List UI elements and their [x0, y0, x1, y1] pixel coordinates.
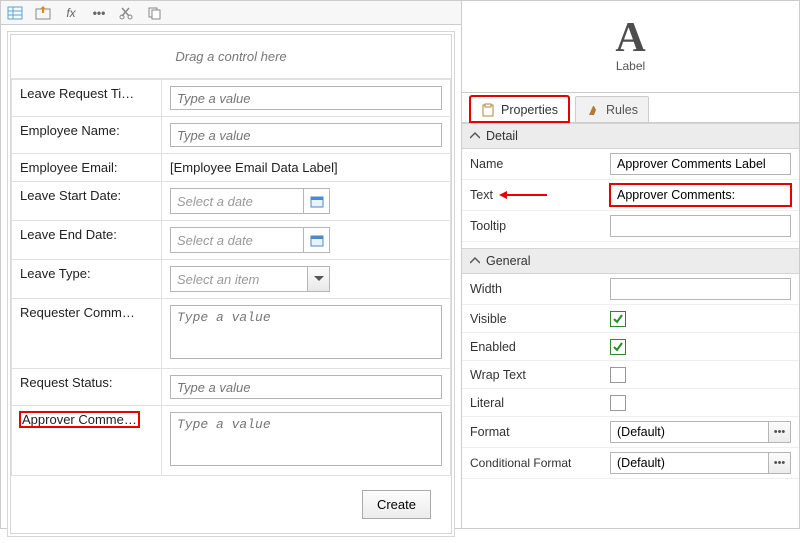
prop-width-label: Width — [462, 274, 602, 305]
prop-format-label: Format — [462, 417, 602, 448]
datepicker-end[interactable]: Select a date — [170, 227, 330, 253]
drop-hint[interactable]: Drag a control here — [11, 35, 451, 79]
label-empname[interactable]: Employee Name: — [12, 117, 162, 154]
tool-cut-icon[interactable] — [117, 4, 137, 22]
prop-visible-label: Visible — [462, 305, 602, 333]
control-type-name: Label — [616, 59, 645, 73]
label-title[interactable]: Leave Request Ti… — [12, 80, 162, 117]
input-reqcomm[interactable] — [170, 305, 442, 359]
section-detail[interactable]: Detail — [462, 123, 799, 149]
label-reqcomm[interactable]: Requester Comm… — [12, 299, 162, 369]
row-empname: Employee Name: — [12, 117, 451, 154]
row-type: Leave Type: Select an item — [12, 260, 451, 299]
prop-width-input[interactable] — [610, 278, 791, 300]
label-empemail[interactable]: Employee Email: — [12, 154, 162, 182]
checkbox-enabled[interactable] — [610, 339, 626, 355]
red-arrow-icon — [499, 190, 549, 200]
calendar-icon[interactable] — [303, 189, 329, 213]
form-canvas-wrap: Drag a control here Leave Request Ti… Em… — [1, 25, 461, 543]
input-empname[interactable] — [170, 123, 442, 147]
tab-properties-label: Properties — [501, 103, 558, 117]
label-startdate[interactable]: Leave Start Date: — [12, 182, 162, 221]
detail-grid: Name Text Tooltip — [462, 149, 799, 242]
tab-rules-label: Rules — [606, 103, 638, 117]
tool-copy-icon[interactable] — [145, 4, 165, 22]
control-type-header: A Label — [462, 1, 799, 93]
prop-name-input[interactable] — [610, 153, 791, 175]
prop-condformat-input[interactable] — [610, 452, 791, 474]
row-reqcomm: Requester Comm… — [12, 299, 451, 369]
prop-tooltip-label: Tooltip — [462, 211, 602, 242]
tab-properties[interactable]: Properties — [470, 96, 569, 122]
app-root: fx ••• Drag a control here Leave Request… — [0, 0, 800, 529]
create-row: Create — [11, 476, 451, 533]
datepicker-end-text: Select a date — [171, 233, 303, 248]
section-general[interactable]: General — [462, 248, 799, 274]
row-startdate: Leave Start Date: Select a date — [12, 182, 451, 221]
toolbar: fx ••• — [1, 1, 461, 25]
tool-more-icon[interactable]: ••• — [89, 4, 109, 22]
create-button[interactable]: Create — [362, 490, 431, 519]
ellipsis-button[interactable]: ••• — [768, 453, 790, 473]
combo-type-text: Select an item — [171, 272, 307, 287]
prop-format-input[interactable] — [610, 421, 791, 443]
ellipsis-button[interactable]: ••• — [768, 422, 790, 442]
row-apprcomm: Approver Comme… — [12, 406, 451, 476]
row-status: Request Status: — [12, 369, 451, 406]
properties-tab-icon — [481, 103, 495, 117]
properties-tabs: Properties Rules — [462, 93, 799, 123]
label-status[interactable]: Request Status: — [12, 369, 162, 406]
input-status[interactable] — [170, 375, 442, 399]
prop-wrap-label: Wrap Text — [462, 361, 602, 389]
calendar-icon[interactable] — [303, 228, 329, 252]
form-table: Leave Request Ti… Employee Name: Employe… — [11, 79, 451, 476]
general-grid: Width Visible Enabled Wrap Text Literal … — [462, 274, 799, 479]
input-title[interactable] — [170, 86, 442, 110]
prop-condformat-label: Conditional Format — [462, 448, 602, 479]
tool-grid-icon[interactable] — [5, 4, 25, 22]
left-pane: fx ••• Drag a control here Leave Request… — [1, 1, 462, 528]
input-apprcomm[interactable] — [170, 412, 442, 466]
chevron-down-icon[interactable] — [307, 267, 329, 291]
row-title: Leave Request Ti… — [12, 80, 451, 117]
datepicker-start[interactable]: Select a date — [170, 188, 330, 214]
prop-text-label-text: Text — [470, 188, 493, 202]
form-canvas[interactable]: Drag a control here Leave Request Ti… Em… — [7, 31, 455, 537]
checkbox-literal[interactable] — [610, 395, 626, 411]
row-empemail: Employee Email: [Employee Email Data Lab… — [12, 154, 451, 182]
row-enddate: Leave End Date: Select a date — [12, 221, 451, 260]
control-type-glyph: A — [615, 20, 645, 58]
section-detail-label: Detail — [486, 129, 518, 143]
prop-text-label: Text — [462, 180, 602, 211]
chevron-up-icon — [470, 256, 480, 266]
value-empemail[interactable]: [Employee Email Data Label] — [170, 160, 338, 175]
prop-literal-label: Literal — [462, 389, 602, 417]
right-pane: A Label Properties Rules Detail Name — [462, 1, 799, 528]
tool-fx-icon[interactable]: fx — [61, 4, 81, 22]
combo-type[interactable]: Select an item — [170, 266, 330, 292]
rules-tab-icon — [586, 103, 600, 117]
prop-name-label: Name — [462, 149, 602, 180]
section-general-label: General — [486, 254, 530, 268]
label-enddate[interactable]: Leave End Date: — [12, 221, 162, 260]
checkbox-visible[interactable] — [610, 311, 626, 327]
tool-import-icon[interactable] — [33, 4, 53, 22]
label-type[interactable]: Leave Type: — [12, 260, 162, 299]
checkbox-wrap[interactable] — [610, 367, 626, 383]
label-apprcomm[interactable]: Approver Comme… — [20, 412, 139, 427]
tab-rules[interactable]: Rules — [575, 96, 649, 122]
properties-body: Detail Name Text Tooltip General Width — [462, 123, 799, 528]
prop-text-input[interactable] — [610, 184, 791, 206]
datepicker-start-text: Select a date — [171, 194, 303, 209]
chevron-up-icon — [470, 131, 480, 141]
prop-tooltip-input[interactable] — [610, 215, 791, 237]
prop-enabled-label: Enabled — [462, 333, 602, 361]
